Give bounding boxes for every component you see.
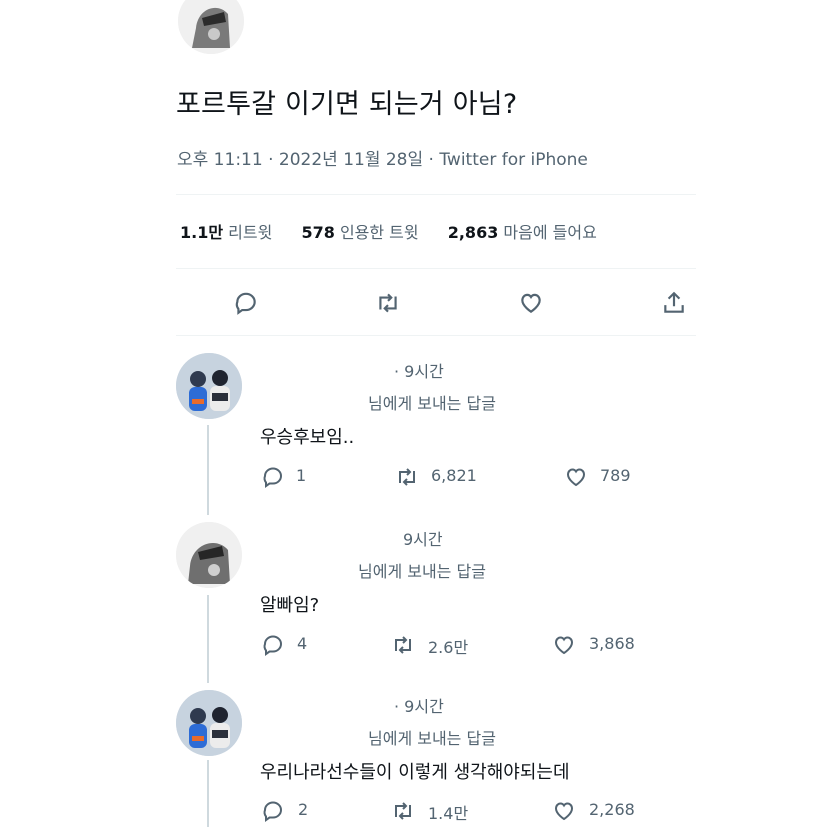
author-avatar[interactable] <box>178 0 244 54</box>
like-button[interactable] <box>562 464 590 490</box>
quote-stat[interactable]: 578 인용한 트윗 <box>301 223 423 242</box>
retweet-label: 리트윗 <box>228 223 273 242</box>
avatar-image <box>176 690 242 756</box>
divider <box>176 268 696 269</box>
reply-icon <box>235 292 256 315</box>
like-label: 마음에 들어요 <box>503 223 597 242</box>
reply-time[interactable]: · 9시간 <box>394 358 444 382</box>
divider <box>176 194 696 195</box>
retweet-button[interactable] <box>393 464 421 490</box>
replying-to[interactable]: 님에게 보내는 답글 <box>358 558 486 582</box>
avatar-image <box>176 522 242 588</box>
retweet-icon <box>379 293 397 313</box>
reply-text: 우승후보임.. <box>260 427 355 448</box>
retweet-stat[interactable]: 1.1만 리트윗 <box>180 223 277 242</box>
avatar-image <box>176 353 242 419</box>
tweet-timestamp[interactable]: 오후 11:11 · 2022년 11월 28일 · Twitter for i… <box>177 145 588 170</box>
like-stat[interactable]: 2,863 마음에 들어요 <box>448 223 597 242</box>
reply-button[interactable] <box>259 798 287 824</box>
reply-icon <box>263 467 282 488</box>
retweet-icon <box>395 636 411 654</box>
like-icon <box>566 468 586 487</box>
retweet-count: 6,821 <box>431 466 477 485</box>
quote-label: 인용한 트윗 <box>339 223 419 242</box>
reply-text: 우리나라선수들이 이렇게 생각해야되는데 <box>260 762 570 783</box>
reply-count: 1 <box>296 466 307 485</box>
reply-avatar[interactable] <box>176 353 242 419</box>
reply-text: 알빠임? <box>260 595 320 616</box>
avatar-image <box>178 0 244 54</box>
retweet-button[interactable] <box>372 289 404 317</box>
reply-button[interactable] <box>259 632 287 658</box>
like-count: 2,268 <box>589 800 635 819</box>
thread-line <box>207 595 209 683</box>
replying-to[interactable]: 님에게 보내는 답글 <box>368 390 496 414</box>
like-count: 789 <box>600 466 631 485</box>
like-button[interactable] <box>515 289 547 317</box>
like-icon <box>554 802 574 821</box>
reply-button[interactable] <box>259 464 287 490</box>
divider <box>176 335 696 336</box>
retweet-count: 2.6만 <box>428 638 469 657</box>
tweet-text: 포르투갈 이기면 되는거 아님? <box>176 89 518 120</box>
like-button[interactable] <box>550 798 578 824</box>
reply-avatar[interactable] <box>176 690 242 756</box>
reply-avatar[interactable] <box>176 522 242 588</box>
thread-line <box>207 425 209 515</box>
reply-time[interactable]: 9시간 <box>403 526 443 550</box>
share-icon <box>664 291 684 313</box>
reply-button[interactable] <box>230 289 262 317</box>
like-count: 2,863 <box>447 223 499 242</box>
reply-count: 2 <box>298 800 309 819</box>
retweet-icon <box>399 468 415 486</box>
reply-time[interactable]: · 9시간 <box>394 693 444 717</box>
replying-to[interactable]: 님에게 보내는 답글 <box>368 725 496 749</box>
reply-count: 4 <box>297 634 308 653</box>
stats-row: 1.1만 리트윗 578 인용한 트윗 2,863 마음에 들어요 <box>180 219 597 243</box>
like-button[interactable] <box>550 632 578 658</box>
retweet-icon <box>395 802 411 820</box>
retweet-count: 1.1만 <box>180 223 224 242</box>
like-count: 3,868 <box>589 634 635 653</box>
thread-line <box>207 760 209 827</box>
reply-icon <box>263 635 282 656</box>
quote-count: 578 <box>301 223 335 242</box>
retweet-count: 1.4만 <box>428 804 469 823</box>
reply-icon <box>263 801 282 822</box>
retweet-button[interactable] <box>389 632 417 658</box>
like-icon <box>521 293 541 313</box>
like-icon <box>554 636 574 655</box>
retweet-button[interactable] <box>389 798 417 824</box>
share-button[interactable] <box>658 288 690 318</box>
